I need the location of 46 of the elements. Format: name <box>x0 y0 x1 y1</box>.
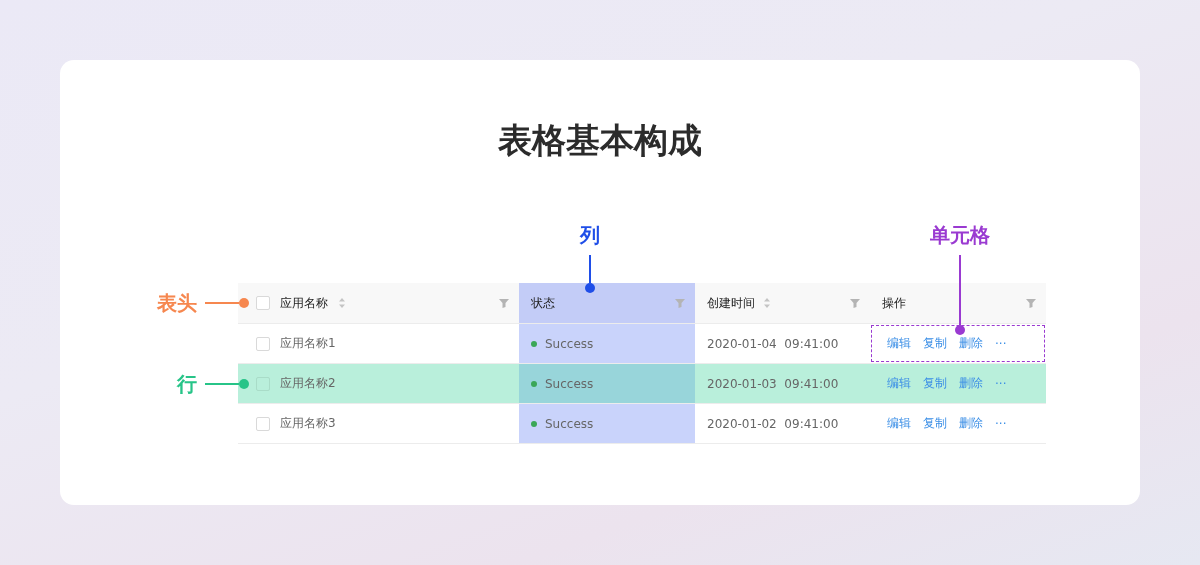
column-title: 应用名称 <box>280 294 328 312</box>
leader-line <box>205 302 239 304</box>
column-title: 创建时间 <box>707 294 755 312</box>
date-time: 2020-01-03 09:41:00 <box>707 376 839 391</box>
action-link[interactable]: 删除 <box>959 375 983 392</box>
filter-icon[interactable] <box>1026 297 1036 309</box>
status-dot <box>531 380 537 387</box>
action-link[interactable]: 编辑 <box>887 415 911 432</box>
date-time: 2020-01-02 09:41:00 <box>707 416 839 431</box>
date-time: 2020-01-04 09:41:00 <box>707 336 839 351</box>
more-button[interactable]: ··· <box>995 416 1007 431</box>
sort-icon[interactable] <box>763 297 771 309</box>
action-link[interactable]: 复制 <box>923 415 947 432</box>
leader-line <box>205 383 239 385</box>
annotation-label: 表头 <box>157 291 197 315</box>
filter-icon[interactable] <box>850 297 860 309</box>
checkbox[interactable] <box>256 416 270 431</box>
leader-line <box>959 255 961 325</box>
column-title: 操作 <box>882 294 906 312</box>
action-link[interactable]: 编辑 <box>887 335 911 352</box>
column-title: 状态 <box>531 294 555 312</box>
more-button[interactable]: ··· <box>995 336 1007 351</box>
annotation-label: 列 <box>580 223 600 247</box>
filter-icon[interactable] <box>675 297 685 309</box>
action-link[interactable]: 复制 <box>923 375 947 392</box>
checkbox[interactable] <box>256 336 270 351</box>
status-dot <box>531 420 537 427</box>
status-text: Success <box>545 376 594 391</box>
filter-icon[interactable] <box>499 297 509 309</box>
action-link[interactable]: 复制 <box>923 335 947 352</box>
annotation-label: 行 <box>177 372 197 396</box>
app-name: 应用名称3 <box>280 415 336 432</box>
leader-line <box>589 255 591 283</box>
more-button[interactable]: ··· <box>995 376 1007 391</box>
page-title: 表格基本构成 <box>497 119 703 162</box>
action-link[interactable]: 删除 <box>959 335 983 352</box>
app-name: 应用名称2 <box>280 375 336 392</box>
sort-icon[interactable] <box>338 297 346 309</box>
status-text: Success <box>545 416 594 431</box>
checkbox[interactable] <box>256 296 270 310</box>
status-dot <box>531 340 537 347</box>
annotation-label: 单元格 <box>930 223 990 247</box>
action-link[interactable]: 编辑 <box>887 375 911 392</box>
action-link[interactable]: 删除 <box>959 415 983 432</box>
status-text: Success <box>545 336 594 351</box>
app-name: 应用名称1 <box>280 335 336 352</box>
